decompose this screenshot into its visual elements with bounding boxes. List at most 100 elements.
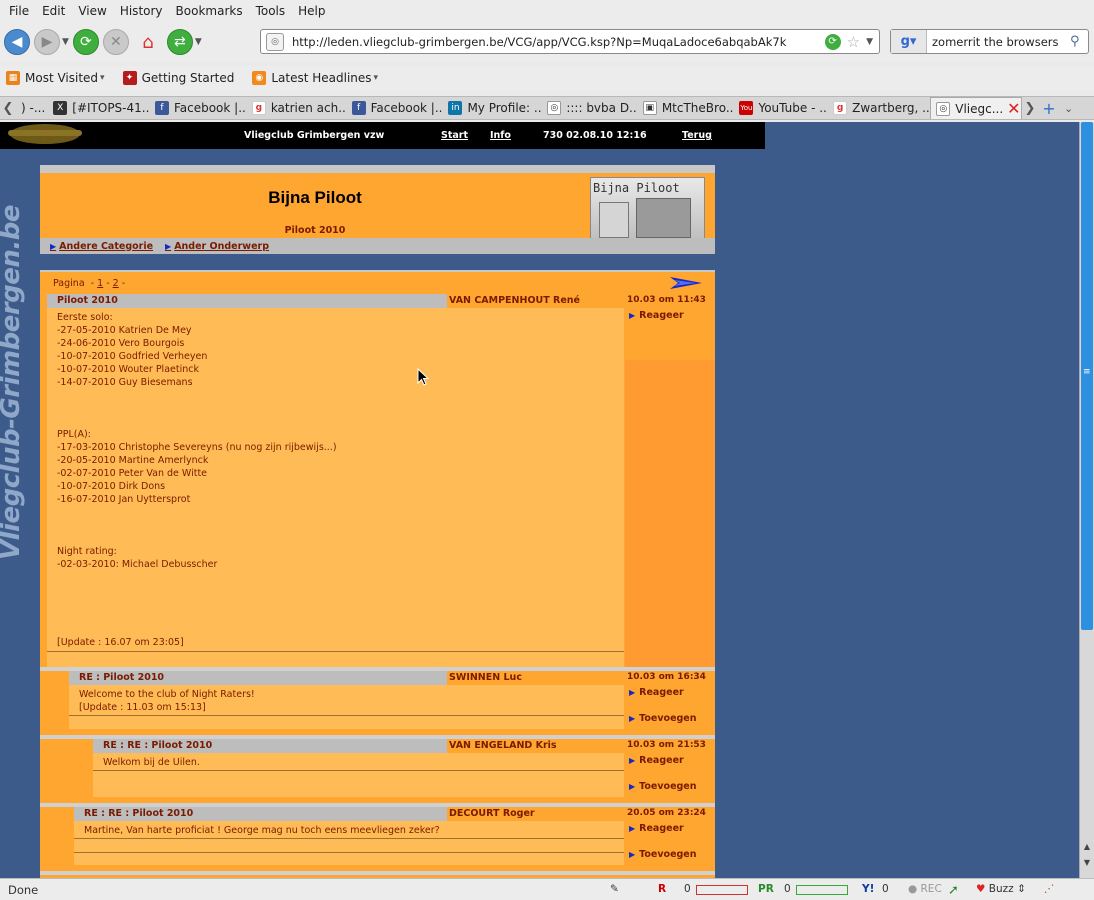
add-link[interactable]: ▶ Toevoegen: [629, 849, 697, 860]
bookmark-star-icon[interactable]: ☆: [847, 33, 860, 51]
url-text[interactable]: http://leden.vliegclub-grimbergen.be/VCG…: [292, 35, 825, 49]
green-arrow-icon[interactable]: ➚: [948, 883, 959, 898]
action-label: Reageer: [639, 755, 684, 766]
bookmark-latest-headlines[interactable]: ◉ Latest Headlines ▾: [252, 71, 378, 85]
reload-button[interactable]: ⟳: [72, 29, 99, 55]
new-tab-button[interactable]: +: [1038, 99, 1060, 118]
tab-close-icon[interactable]: ✕: [1007, 100, 1020, 117]
chevron-down-icon: ▾: [373, 73, 379, 83]
sync-button[interactable]: ⇄: [166, 29, 193, 55]
divider: [74, 838, 624, 839]
tab-5[interactable]: in My Profile: ...: [443, 97, 542, 119]
triangle-right-icon: ▶: [629, 756, 636, 765]
record-label: REC: [920, 883, 942, 895]
next-page-arrow-icon[interactable]: [670, 274, 702, 292]
other-category-link[interactable]: ▶ Andere Categorie: [50, 241, 153, 252]
add-link[interactable]: ▶ Toevoegen: [629, 713, 697, 724]
tab-4[interactable]: f Facebook |...: [347, 97, 443, 119]
stop-button[interactable]: ✕: [102, 29, 129, 55]
tab-7[interactable]: ▣ MtcTheBro...: [638, 97, 734, 119]
search-icon[interactable]: ⚲: [1070, 34, 1088, 49]
action-label: Toevoegen: [639, 713, 697, 724]
bookmark-most-visited[interactable]: ▦ Most Visited ▾: [6, 71, 105, 85]
tab-1[interactable]: X [#ITOPS-41...: [48, 97, 150, 119]
url-bar[interactable]: ◎ http://leden.vliegclub-grimbergen.be/V…: [260, 29, 880, 54]
menu-tools[interactable]: Tools: [251, 4, 294, 18]
post-sidebar: 20.05 om 23:24 ▶ Reageer ▶ Toevoegen: [625, 807, 715, 865]
triangle-right-icon: ▶: [165, 241, 172, 251]
bookmark-getting-started[interactable]: ✦ Getting Started: [122, 71, 234, 85]
page-title: Bijna Piloot: [268, 188, 362, 207]
menu-edit[interactable]: Edit: [37, 4, 73, 18]
vertical-scrollbar[interactable]: ≡ ▲ ▼: [1079, 122, 1094, 878]
page-link-2[interactable]: 2: [113, 278, 119, 289]
session-info: 730 02.08.10 12:16: [543, 130, 647, 141]
buzz-button[interactable]: ♥ Buzz ⇕: [976, 883, 1026, 895]
tab-6[interactable]: ◎:::: bvba D...: [542, 97, 638, 119]
post-reply-1: RE : Piloot 2010 SWINNEN Luc Welcome to …: [69, 671, 624, 729]
menu-view[interactable]: View: [73, 4, 114, 18]
post-sidebar: 10.03 om 21:53 ▶ Reageer ▶ Toevoegen: [625, 739, 715, 797]
tab-0[interactable]: ) -...: [16, 97, 48, 119]
arrow-left-icon: ◀: [11, 34, 23, 50]
reply-link[interactable]: ▶ Reageer: [629, 687, 684, 698]
add-link[interactable]: ▶ Toevoegen: [629, 781, 697, 792]
addon-r-icon[interactable]: R: [658, 883, 666, 895]
url-dropdown-icon[interactable]: ▼: [866, 37, 873, 47]
chart-addon-icon[interactable]: ⋰: [1044, 883, 1055, 895]
tab-3[interactable]: g katrien ach...: [247, 97, 347, 119]
link-label: Ander Onderwerp: [174, 240, 270, 252]
other-topic-link[interactable]: ▶ Ander Onderwerp: [165, 241, 269, 252]
forward-button[interactable]: ▶: [34, 29, 60, 55]
reply-link[interactable]: ▶ Reageer: [629, 823, 684, 834]
category-image-text: Bijna Piloot: [593, 181, 680, 195]
page-link-1[interactable]: 1: [97, 278, 103, 289]
reply-link[interactable]: ▶ Reageer: [629, 755, 684, 766]
record-button[interactable]: ● REC: [908, 883, 942, 895]
post-author: VAN ENGELAND Kris: [447, 739, 624, 753]
nav-back-link[interactable]: Terug: [682, 130, 712, 141]
tab-favicon-icon: ◎: [547, 101, 562, 115]
home-button[interactable]: ⌂: [135, 29, 161, 55]
scroll-up-button[interactable]: ▲: [1081, 842, 1093, 854]
go-icon[interactable]: ⟳: [824, 33, 841, 50]
pen-icon[interactable]: ✎: [610, 883, 619, 895]
reply-link[interactable]: ▶ Reageer: [629, 310, 684, 321]
club-logo[interactable]: ✕: [8, 124, 82, 144]
addon-yahoo-icon[interactable]: Y!: [862, 883, 874, 895]
tab-scroll-left-icon[interactable]: ❮: [0, 101, 16, 116]
scrollbar-grip-icon: ≡: [1083, 367, 1091, 377]
category-bar: ▶ Andere Categorie ▶ Ander Onderwerp: [40, 238, 715, 254]
tab-10[interactable]: ◎ Vliegc... ✕: [930, 97, 1022, 119]
tab-scroll-right-icon[interactable]: ❯: [1022, 101, 1038, 116]
post-subject: RE : RE : Piloot 2010: [84, 808, 194, 819]
buzz-label: Buzz: [988, 883, 1014, 895]
post-reply-3: RE : RE : Piloot 2010 DECOURT Roger Mart…: [74, 807, 624, 865]
addon-meter-green: [796, 885, 848, 895]
tab-9[interactable]: g Zwartberg, ...: [828, 97, 930, 119]
menu-file[interactable]: File: [4, 4, 37, 18]
search-input[interactable]: zomerrit the browsers: [932, 35, 1070, 49]
tab-list-dropdown-icon[interactable]: ⌄: [1064, 102, 1073, 115]
page-viewport: ✕ Vliegclub Grimbergen vzw Start Info 73…: [0, 122, 1079, 878]
site-identity-icon[interactable]: ◎: [266, 32, 284, 51]
tab-2[interactable]: f Facebook |...: [150, 97, 247, 119]
history-dropdown-icon[interactable]: ▼: [62, 37, 69, 47]
menu-help[interactable]: Help: [293, 4, 333, 18]
back-button[interactable]: ◀: [4, 29, 30, 55]
sync-dropdown-icon[interactable]: ▼: [195, 37, 202, 47]
addon-pr-icon[interactable]: PR: [758, 883, 774, 895]
arrow-right-icon: ▶: [41, 34, 53, 50]
tab-8[interactable]: You YouTube - ...: [734, 97, 828, 119]
updown-icon: ⇕: [1017, 883, 1026, 895]
divider: [74, 852, 624, 853]
tab-favicon-icon: You: [739, 101, 754, 115]
menu-bookmarks[interactable]: Bookmarks: [171, 4, 251, 18]
image-window: [636, 198, 691, 238]
search-engine-google-icon[interactable]: g▾: [891, 30, 927, 53]
scroll-down-button[interactable]: ▼: [1081, 858, 1093, 870]
menu-history[interactable]: History: [115, 4, 171, 18]
nav-info-link[interactable]: Info: [490, 130, 511, 141]
nav-start-link[interactable]: Start: [441, 130, 468, 141]
search-box[interactable]: g▾ zomerrit the browsers ⚲: [890, 29, 1089, 54]
